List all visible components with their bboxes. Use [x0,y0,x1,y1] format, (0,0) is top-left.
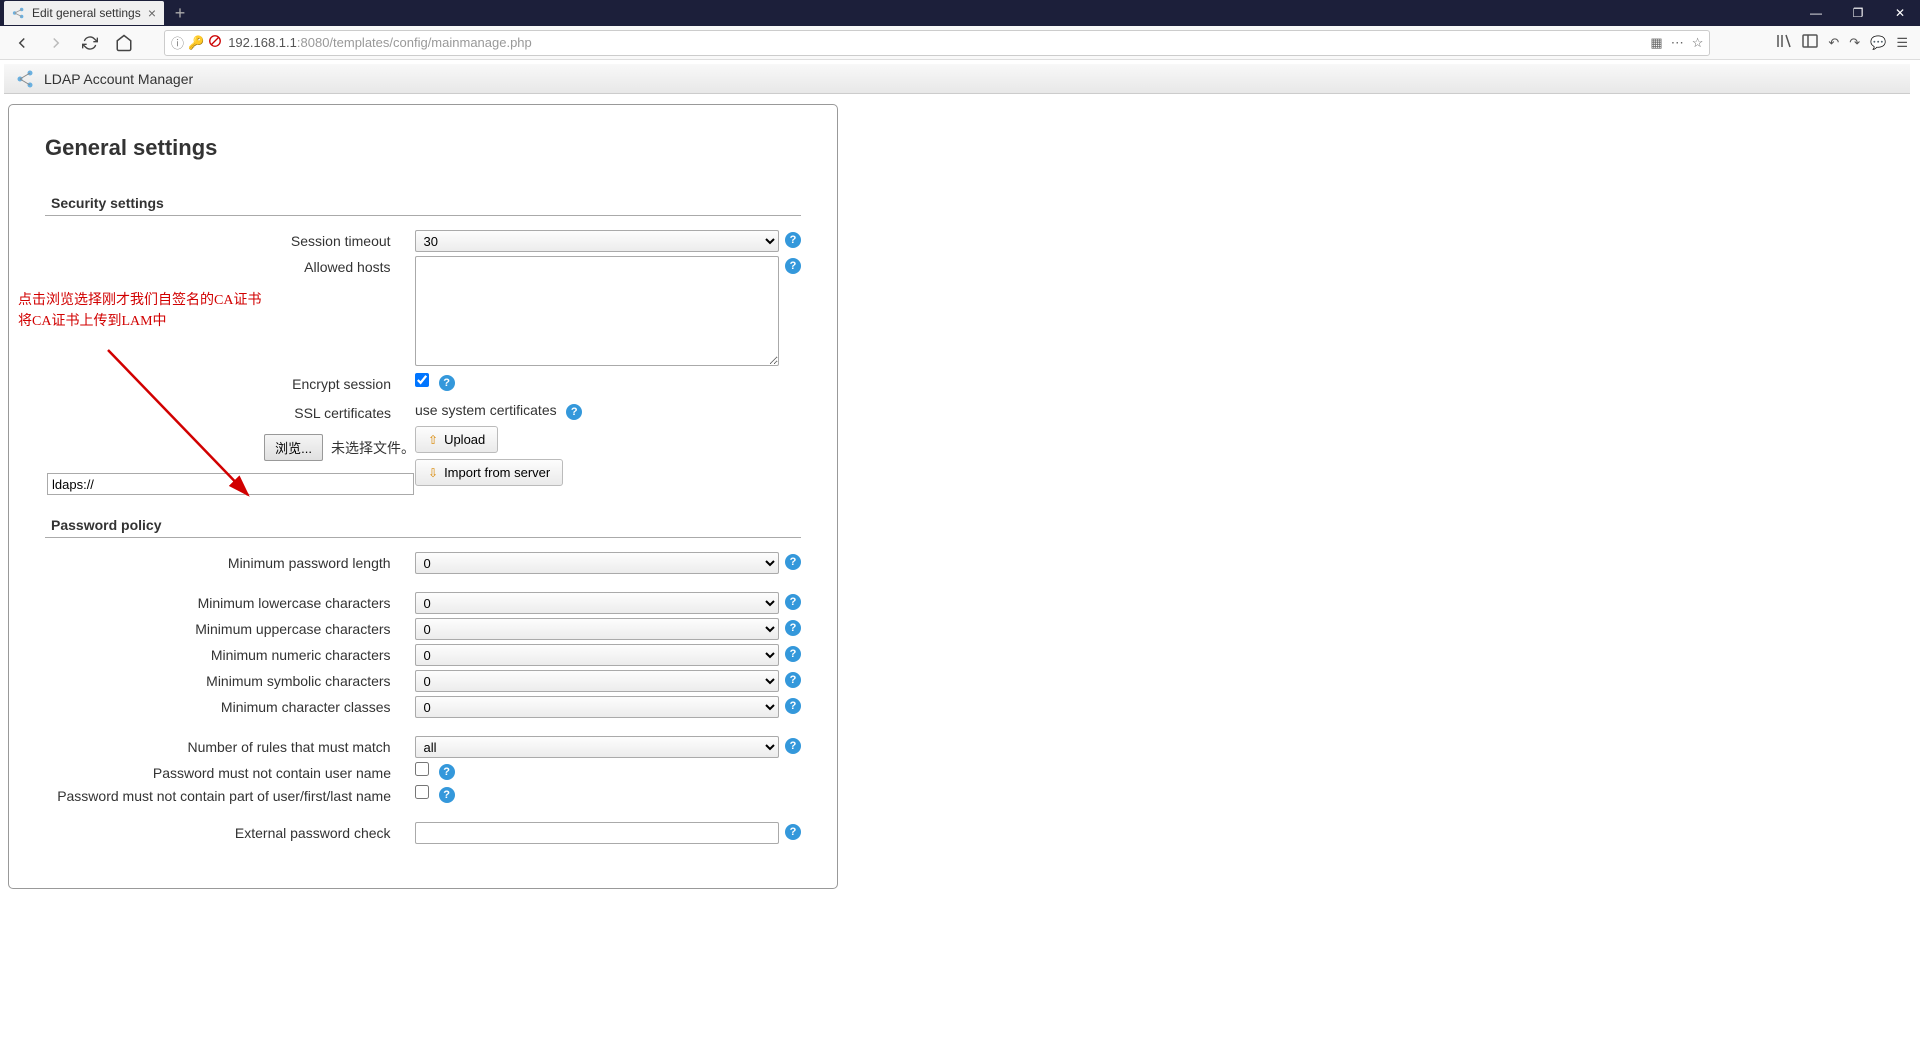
redo-icon[interactable]: ↷ [1849,35,1860,51]
page-title: General settings [45,135,801,161]
label-no-partname: Password must not contain part of user/f… [45,785,415,804]
checkbox-encrypt-session[interactable] [415,373,429,387]
lam-header-title: LDAP Account Manager [44,71,193,87]
label-ext-pwd-check: External password check [45,822,415,841]
help-icon[interactable]: ? [566,404,582,420]
help-icon[interactable]: ? [785,824,801,840]
label-allowed-hosts: Allowed hosts [45,256,415,275]
new-tab-button[interactable]: + [170,3,190,24]
checkbox-no-partname[interactable] [415,785,429,799]
nav-reload-button[interactable] [76,29,104,57]
window-maximize-button[interactable]: ❐ [1838,0,1878,26]
checkbox-no-username[interactable] [415,762,429,776]
settings-panel: General settings Security settings Sessi… [8,104,838,889]
select-min-numeric[interactable]: 0 [415,644,780,666]
label-min-lowercase: Minimum lowercase characters [45,592,415,611]
browse-file-button[interactable]: 浏览... [264,434,323,461]
select-min-classes[interactable]: 0 [415,696,780,718]
help-icon[interactable]: ? [785,554,801,570]
permission-icon[interactable]: 🔑 [188,35,204,51]
select-min-symbolic[interactable]: 0 [415,670,780,692]
textarea-allowed-hosts[interactable] [415,256,780,366]
help-icon[interactable]: ? [439,375,455,391]
tab-close-icon[interactable]: × [148,5,156,21]
help-icon[interactable]: ? [439,787,455,803]
help-icon[interactable]: ? [785,232,801,248]
label-min-uppercase: Minimum uppercase characters [45,618,415,637]
browser-toolbar: ⓘ 🔑 192.168.1.1:8080/templates/config/ma… [0,26,1920,60]
bookmark-icon[interactable]: ☆ [1692,35,1704,51]
window-controls: — ❐ ✕ [1796,0,1920,26]
qr-icon[interactable]: ▦ [1650,35,1662,51]
input-ext-pwd-check[interactable] [415,822,780,844]
help-icon[interactable]: ? [785,258,801,274]
sidebar-icon[interactable] [1802,33,1818,52]
url-bar[interactable]: ⓘ 🔑 192.168.1.1:8080/templates/config/ma… [164,30,1710,56]
help-icon[interactable]: ? [785,672,801,688]
library-icon[interactable] [1776,33,1792,52]
select-rules-match[interactable]: all [415,736,780,758]
menu-icon[interactable]: ☰ [1896,35,1908,51]
label-min-numeric: Minimum numeric characters [45,644,415,663]
select-min-lowercase[interactable]: 0 [415,592,780,614]
undo-icon[interactable]: ↶ [1828,35,1839,51]
tab-favicon [12,6,26,20]
nav-back-button[interactable] [8,29,36,57]
page-content: LDAP Account Manager General settings Se… [0,60,1920,1039]
nav-forward-button[interactable] [42,29,70,57]
label-min-classes: Minimum character classes [45,696,415,715]
select-min-pwd-length[interactable]: 0 [415,552,780,574]
no-file-selected-text: 未选择文件。 [331,438,415,458]
lam-header-bar: LDAP Account Manager [4,64,1910,94]
label-min-pwd-length: Minimum password length [45,552,415,571]
browser-tab-bar: Edit general settings × + — ❐ ✕ [0,0,1920,26]
blocked-icon[interactable] [208,34,222,51]
help-icon[interactable]: ? [785,738,801,754]
label-no-username: Password must not contain user name [45,762,415,781]
download-arrow-icon: ⇩ [428,466,438,480]
help-icon[interactable]: ? [785,646,801,662]
section-security-heading: Security settings [45,191,801,216]
tab-title: Edit general settings [32,6,141,20]
select-min-uppercase[interactable]: 0 [415,618,780,640]
label-session-timeout: Session timeout [45,230,415,249]
nav-home-button[interactable] [110,29,138,57]
browser-tab[interactable]: Edit general settings × [4,1,164,25]
label-encrypt-session: Encrypt session [45,373,415,392]
select-session-timeout[interactable]: 30 [415,230,780,252]
upload-arrow-icon: ⇧ [428,433,438,447]
section-password-heading: Password policy [45,513,801,538]
info-icon[interactable]: ⓘ [171,33,184,52]
url-text: 192.168.1.1:8080/templates/config/mainma… [228,35,1650,50]
help-icon[interactable]: ? [785,620,801,636]
help-icon[interactable]: ? [785,698,801,714]
label-min-symbolic: Minimum symbolic characters [45,670,415,689]
window-close-button[interactable]: ✕ [1880,0,1920,26]
upload-button[interactable]: ⇧Upload [415,426,498,453]
ldaps-url-input[interactable] [47,473,414,495]
ssl-status-text: use system certificates [415,402,557,418]
label-ssl-certificates: SSL certificates [45,402,415,421]
help-icon[interactable]: ? [785,594,801,610]
import-server-button[interactable]: ⇩Import from server [415,459,563,486]
chat-icon[interactable]: 💬 [1870,35,1886,51]
more-actions-icon[interactable]: ⋯ [1671,35,1684,51]
lam-logo-icon [16,69,36,89]
window-minimize-button[interactable]: — [1796,0,1836,26]
label-rules-match: Number of rules that must match [45,736,415,755]
help-icon[interactable]: ? [439,764,455,780]
